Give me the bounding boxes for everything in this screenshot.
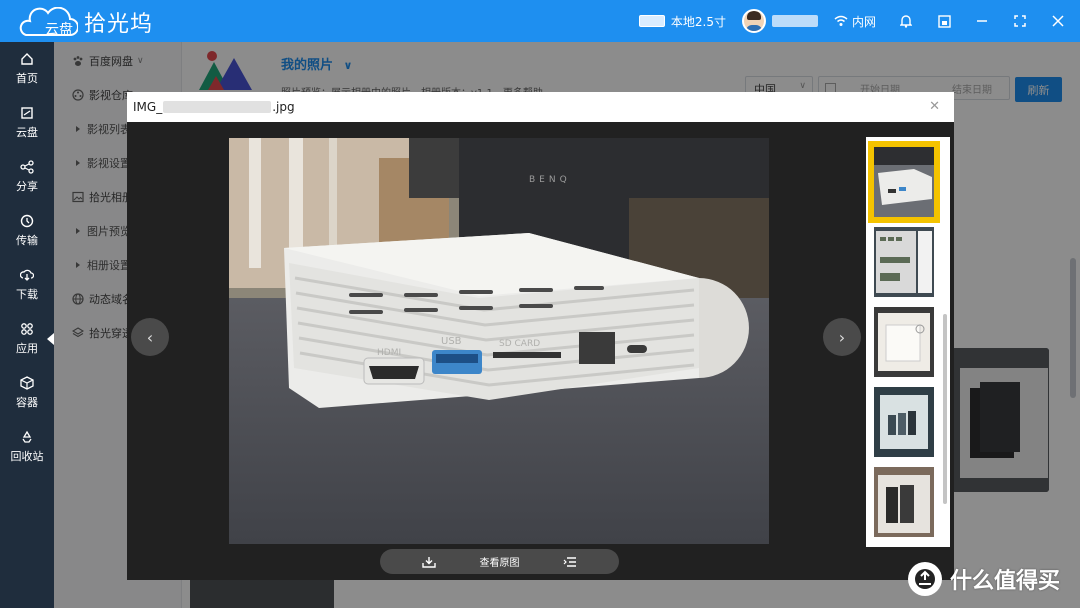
port-usb-label: USB [441, 336, 462, 347]
nav-label: 容器 [16, 396, 38, 409]
thumbnail-item[interactable] [874, 467, 934, 537]
avatar [741, 9, 766, 33]
modal-title: IMG_ .jpg [133, 100, 295, 114]
download-icon[interactable] [422, 556, 436, 568]
watermark-logo-icon [908, 562, 942, 596]
minimize-icon[interactable] [974, 13, 990, 29]
nav-item-cloud-disk[interactable]: 云盘 [0, 96, 54, 150]
close-icon[interactable] [1050, 13, 1066, 29]
thumbnail-item[interactable] [874, 227, 934, 297]
info-list-icon[interactable] [563, 556, 577, 568]
photo-viewer-modal: IMG_ .jpg ✕ BENQ HDMI USB SD CARD ‹ › 查看… [127, 92, 954, 580]
top-bar: 云盘 拾光坞 本地2.5寸 内网 [0, 0, 1080, 42]
nav-label: 应用 [16, 342, 38, 355]
storage-selector[interactable]: 本地2.5寸 [638, 13, 726, 30]
nav-label: 首页 [16, 72, 38, 85]
watermark-text: 什么值得买 [950, 569, 1061, 594]
bell-icon[interactable] [898, 13, 914, 29]
next-photo-button[interactable]: › [823, 318, 861, 356]
home-icon [21, 53, 33, 65]
prev-photo-button[interactable]: ‹ [131, 318, 169, 356]
photo-image: BENQ HDMI USB SD CARD [229, 138, 769, 544]
nav-item-apps[interactable]: 应用 [0, 312, 54, 366]
thumbnail-scrollbar[interactable] [943, 314, 947, 504]
nav-item-share[interactable]: 分享 [0, 150, 54, 204]
photo-view[interactable]: BENQ HDMI USB SD CARD [229, 138, 769, 544]
file-name-masked [163, 101, 272, 113]
download-icon [20, 269, 34, 281]
nav-item-home[interactable]: 首页 [0, 42, 54, 96]
network-label: 内网 [851, 14, 876, 29]
thumbnail-strip [866, 137, 950, 547]
cloud-disk-icon [21, 107, 33, 119]
port-sd-label: SD CARD [499, 339, 540, 349]
nav-label: 云盘 [16, 126, 38, 139]
nav-label: 下载 [16, 288, 38, 301]
left-nav: 首页 云盘 分享 传输 下载 应用 容器 回收站 [0, 42, 54, 608]
username-masked [771, 15, 818, 27]
screenshot-icon[interactable] [936, 13, 952, 29]
file-name-suffix: .jpg [272, 100, 295, 114]
share-icon [20, 160, 34, 174]
nav-item-download[interactable]: 下载 [0, 258, 54, 312]
user-menu[interactable] [741, 9, 818, 33]
viewer-toolbar: 查看原图 [380, 549, 619, 574]
logo-sub-label: 云盘 [45, 22, 73, 38]
thumbnail-item[interactable] [874, 387, 934, 457]
nav-label: 分享 [16, 180, 38, 193]
nav-label: 传输 [16, 234, 38, 247]
hard-disk-icon [638, 15, 665, 27]
monitor-brand: BENQ [529, 175, 571, 185]
nav-label: 回收站 [10, 450, 44, 463]
app-name: 拾光坞 [84, 12, 154, 37]
nav-item-transfer[interactable]: 传输 [0, 204, 54, 258]
thumbnail-item[interactable] [874, 307, 934, 377]
view-original-button[interactable]: 查看原图 [480, 554, 520, 569]
apps-icon [21, 323, 33, 335]
site-watermark: 什么值得买 [908, 562, 1060, 596]
file-name-prefix: IMG_ [133, 100, 163, 114]
wifi-icon [834, 15, 848, 26]
nav-item-recycle[interactable]: 回收站 [0, 420, 54, 474]
maximize-icon[interactable] [1012, 13, 1028, 29]
transfer-icon [20, 214, 34, 228]
modal-header: IMG_ .jpg ✕ [127, 92, 954, 122]
recycle-icon [22, 430, 32, 443]
storage-label: 本地2.5寸 [670, 14, 726, 29]
close-icon[interactable]: ✕ [929, 99, 940, 114]
nav-item-container[interactable]: 容器 [0, 366, 54, 420]
port-hdmi-label: HDMI [377, 348, 401, 358]
network-status[interactable]: 内网 [834, 13, 876, 30]
container-icon [20, 376, 34, 390]
thumbnail-item[interactable] [868, 141, 940, 223]
app-logo: 云盘 拾光坞 [18, 6, 153, 38]
